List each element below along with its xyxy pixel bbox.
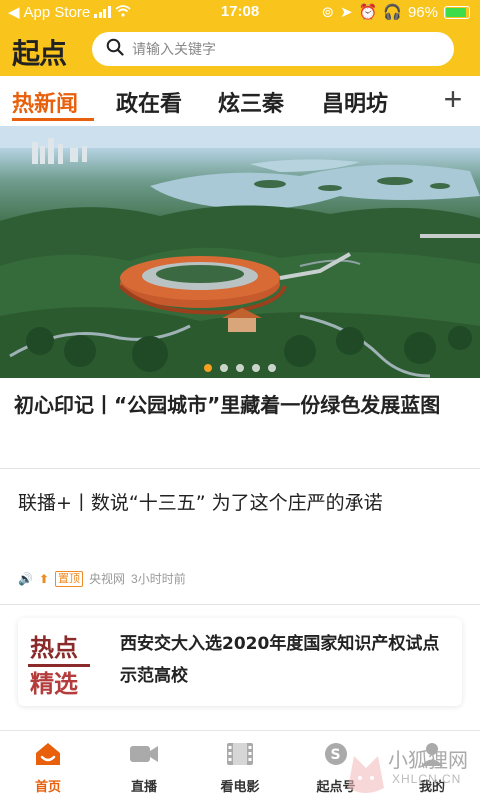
add-tab-button[interactable]: +	[436, 80, 470, 120]
card-image-text-1: 热点	[30, 634, 78, 662]
active-tab-indicator	[12, 118, 94, 121]
nav-movies[interactable]: 看电影	[200, 741, 280, 795]
news-meta: 🔊 ⬆ 置顶 央视网 3小时时前	[18, 570, 186, 587]
rotation-lock-icon: ⊚	[321, 4, 335, 21]
film-icon	[227, 743, 253, 765]
featured-card-title: 西安交大入选2020年度国家知识产权试点示范高校	[120, 634, 440, 686]
headphones-icon: 🎧	[383, 4, 402, 21]
watermark-subtext: XHLCN.CN	[392, 772, 462, 786]
home-icon	[36, 743, 60, 765]
featured-card[interactable]: 热点 精选 西安交大入选2020年度国家知识产权试点示范高校	[18, 618, 462, 706]
divider	[0, 468, 480, 469]
park-aerial-photo	[0, 126, 480, 378]
search-icon	[106, 38, 124, 61]
app-logo[interactable]: 起点	[12, 32, 82, 70]
pin-top-icon: ⬆	[38, 571, 50, 586]
news-title[interactable]: 联播+丨数说“十三五” 为了这个庄严的承诺	[18, 486, 458, 520]
pinned-tag: 置顶	[55, 570, 84, 587]
hot-picks-image: 热点 精选	[26, 626, 92, 698]
news-time: 3小时时前	[131, 572, 186, 586]
divider	[0, 604, 480, 605]
watermark-text: 小狐狸网	[388, 748, 468, 772]
alarm-icon: ⏰	[358, 4, 378, 21]
nav-live[interactable]: 直播	[104, 741, 184, 795]
news-source: 央视网	[89, 572, 126, 586]
audio-icon[interactable]: 🔊	[18, 572, 33, 586]
nav-label: 首页	[34, 780, 61, 795]
tab-chang-ming-fang[interactable]: 昌明坊	[322, 86, 388, 118]
banner-image[interactable]	[0, 126, 480, 378]
tabs-fade	[412, 76, 434, 122]
pagination-dot[interactable]	[268, 364, 276, 372]
search-placeholder: 请输入关键字	[132, 41, 216, 57]
nav-label: 直播	[130, 780, 157, 795]
card-image-text-2: 精选	[30, 670, 78, 698]
status-right: ⊚ ➤ ⏰ 🎧 96%	[321, 3, 470, 21]
battery-percent: 96%	[407, 3, 438, 21]
tab-hot-news[interactable]: 热新闻	[12, 86, 78, 118]
category-tabs: 热新闻 政在看 炫三秦 昌明坊	[0, 76, 480, 124]
video-camera-icon	[130, 746, 158, 762]
nav-label: 看电影	[220, 780, 260, 795]
status-bar: ◀ App Store 17:08 ⊚ ➤ ⏰ 🎧 96%	[0, 0, 480, 24]
pagination-dot[interactable]	[252, 364, 260, 372]
app-header: ◀ App Store 17:08 ⊚ ➤ ⏰ 🎧 96% 起点 请输入关键字	[0, 0, 480, 76]
tab-xuan-san-qin[interactable]: 炫三秦	[218, 86, 284, 118]
tab-zheng-zai-kan[interactable]: 政在看	[116, 86, 182, 118]
pagination-dot[interactable]	[204, 364, 212, 372]
battery-icon	[444, 5, 470, 19]
pagination-dot[interactable]	[220, 364, 228, 372]
nav-home[interactable]: 首页	[8, 741, 88, 795]
search-bar[interactable]: 请输入关键字	[92, 32, 454, 66]
location-icon: ➤	[340, 4, 353, 21]
banner-pagination	[0, 364, 480, 372]
pagination-dot[interactable]	[236, 364, 244, 372]
banner-headline[interactable]: 初心印记丨“公园城市”里藏着一份绿色发展蓝图	[14, 386, 466, 424]
